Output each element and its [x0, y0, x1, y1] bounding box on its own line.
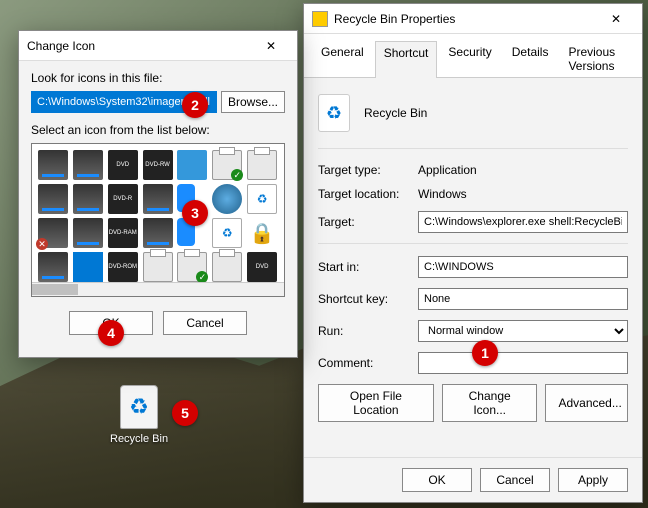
titlebar[interactable]: Change Icon ✕: [19, 31, 297, 61]
scrollbar[interactable]: [32, 282, 284, 296]
start-in-input[interactable]: [418, 256, 628, 278]
dvd-icon[interactable]: DVD: [247, 252, 277, 282]
tab-security[interactable]: Security: [439, 40, 500, 77]
close-icon[interactable]: ✕: [253, 32, 289, 60]
change-icon-window: Change Icon ✕ Look for icons in this fil…: [18, 30, 298, 358]
recycle-bin-icon: [120, 385, 158, 429]
ram-icon[interactable]: [73, 184, 103, 214]
badge-4: 4: [98, 320, 124, 346]
shortcut-key-input[interactable]: [418, 288, 628, 310]
shortcut-key-label: Shortcut key:: [318, 292, 412, 306]
printer-check-icon[interactable]: [212, 150, 242, 180]
tab-previous-versions[interactable]: Previous Versions: [559, 40, 634, 77]
close-icon[interactable]: ✕: [598, 5, 634, 33]
tab-shortcut[interactable]: Shortcut: [375, 41, 438, 78]
computer-icon[interactable]: [177, 150, 207, 180]
drive-icon[interactable]: [38, 150, 68, 180]
badge-5: 5: [172, 400, 198, 426]
printer-icon[interactable]: [212, 252, 242, 282]
ok-button[interactable]: OK: [402, 468, 472, 492]
shortcut-name: Recycle Bin: [364, 106, 427, 120]
target-type-label: Target type:: [318, 163, 412, 177]
target-type-value: Application: [418, 163, 628, 177]
drive-icon[interactable]: [73, 150, 103, 180]
start-in-label: Start in:: [318, 260, 412, 274]
window-title: Change Icon: [27, 39, 253, 53]
folder-icon: [312, 11, 328, 27]
apply-button[interactable]: Apply: [558, 468, 628, 492]
tab-details[interactable]: Details: [503, 40, 558, 77]
desktop-icon-label: Recycle Bin: [110, 433, 168, 445]
dvd-r-icon[interactable]: DVD-R: [108, 184, 138, 214]
scrollbar-thumb[interactable]: [32, 284, 78, 295]
browse-button[interactable]: Browse...: [221, 91, 285, 113]
target-input[interactable]: [418, 211, 628, 233]
advanced-button[interactable]: Advanced...: [545, 384, 628, 422]
cancel-button[interactable]: Cancel: [163, 311, 247, 335]
dvd-rom-icon[interactable]: DVD-ROM: [108, 252, 138, 282]
look-label: Look for icons in this file:: [31, 71, 285, 85]
dvd-ram-icon[interactable]: DVD-RAM: [108, 218, 138, 248]
change-icon-button[interactable]: Change Icon...: [442, 384, 538, 422]
tab-general[interactable]: General: [312, 40, 373, 77]
comment-label: Comment:: [318, 356, 412, 370]
comment-input[interactable]: [418, 352, 628, 374]
recycle-bin-icon: ♻: [318, 94, 350, 132]
drive-icon[interactable]: [38, 252, 68, 282]
badge-2: 2: [182, 92, 208, 118]
drive-icon[interactable]: [38, 184, 68, 214]
recycle-bin-full-icon[interactable]: ♻: [212, 218, 242, 248]
dvd-rw-icon[interactable]: DVD-RW: [143, 150, 173, 180]
badge-1: 1: [472, 340, 498, 366]
run-label: Run:: [318, 324, 412, 338]
target-location-value: Windows: [418, 187, 628, 201]
tab-strip: General Shortcut Security Details Previo…: [304, 34, 642, 78]
icon-list[interactable]: DVD DVD-RW DVD-R ♻ DVD-RAM ♻ 🔒: [31, 143, 285, 297]
windows-logo-icon[interactable]: [73, 252, 103, 282]
window-title: Recycle Bin Properties: [334, 12, 598, 26]
titlebar[interactable]: Recycle Bin Properties ✕: [304, 4, 642, 34]
badge-3: 3: [182, 200, 208, 226]
network-icon[interactable]: [212, 184, 242, 214]
run-select[interactable]: Normal window: [418, 320, 628, 342]
properties-window: Recycle Bin Properties ✕ General Shortcu…: [303, 3, 643, 503]
lock-icon[interactable]: 🔒: [247, 218, 277, 248]
drive-icon[interactable]: [143, 184, 173, 214]
target-label: Target:: [318, 215, 412, 229]
open-file-location-button[interactable]: Open File Location: [318, 384, 434, 422]
select-label: Select an icon from the list below:: [31, 123, 285, 137]
drive-error-icon[interactable]: [38, 218, 68, 248]
printer-icon[interactable]: [247, 150, 277, 180]
cancel-button[interactable]: Cancel: [480, 468, 550, 492]
printer-check-icon[interactable]: [177, 252, 207, 282]
drive-icon[interactable]: [73, 218, 103, 248]
drive-icon[interactable]: [143, 218, 173, 248]
printer-icon[interactable]: [143, 252, 173, 282]
desktop-recycle-bin-icon[interactable]: Recycle Bin: [110, 385, 168, 445]
dvd-icon[interactable]: DVD: [108, 150, 138, 180]
target-location-label: Target location:: [318, 187, 412, 201]
recycle-bin-icon[interactable]: ♻: [247, 184, 277, 214]
